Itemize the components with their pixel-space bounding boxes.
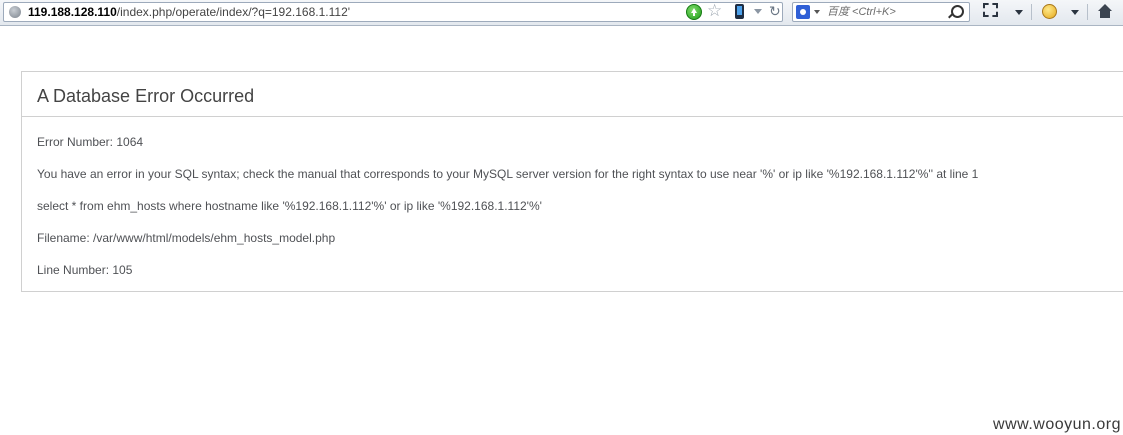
search-engine-icon[interactable]: [796, 5, 810, 19]
browser-toolbar: 119.188.128.110/index.php/operate/index/…: [0, 0, 1123, 26]
error-divider: [22, 116, 1123, 117]
snip-icon[interactable]: [983, 3, 998, 17]
search-input[interactable]: 百度 <Ctrl+K>: [827, 5, 896, 19]
url-path: /index.php/operate/index/?q=192.168.1.11…: [116, 5, 351, 19]
error-number: Error Number: 1064: [37, 135, 144, 149]
star-icon[interactable]: ☆: [707, 2, 722, 20]
url-host: 119.188.128.110: [28, 5, 117, 19]
search-icon[interactable]: [951, 5, 964, 18]
error-heading: A Database Error Occurred: [37, 86, 255, 106]
dropdown-icon[interactable]: [754, 9, 762, 14]
error-query: select * from ehm_hosts where hostname l…: [37, 199, 542, 213]
go-icon[interactable]: [686, 4, 702, 20]
face-dropdown-icon[interactable]: [1071, 10, 1079, 15]
search-engine-dropdown-icon[interactable]: [814, 10, 820, 14]
face-icon[interactable]: [1042, 4, 1057, 19]
toolbar-separator: [1031, 4, 1032, 20]
error-filename: Filename: /var/www/html/models/ehm_hosts…: [37, 231, 336, 245]
error-line-number: Line Number: 105: [37, 263, 133, 277]
home-icon[interactable]: [1098, 4, 1112, 18]
reload-icon[interactable]: ↻: [769, 3, 781, 20]
address-bar[interactable]: 119.188.128.110/index.php/operate/index/…: [3, 2, 783, 22]
error-message: You have an error in your SQL syntax; ch…: [37, 167, 979, 181]
globe-icon: [9, 6, 21, 18]
search-bar[interactable]: 百度 <Ctrl+K>: [792, 2, 970, 22]
database-error-box: A Database Error Occurred Error Number: …: [21, 71, 1123, 292]
toolbar-separator: [1087, 4, 1088, 20]
address-text[interactable]: 119.188.128.110/index.php/operate/index/…: [28, 5, 350, 19]
phone-icon[interactable]: [735, 4, 744, 19]
snip-dropdown-icon[interactable]: [1015, 10, 1023, 15]
watermark: www.wooyun.org: [993, 416, 1121, 433]
